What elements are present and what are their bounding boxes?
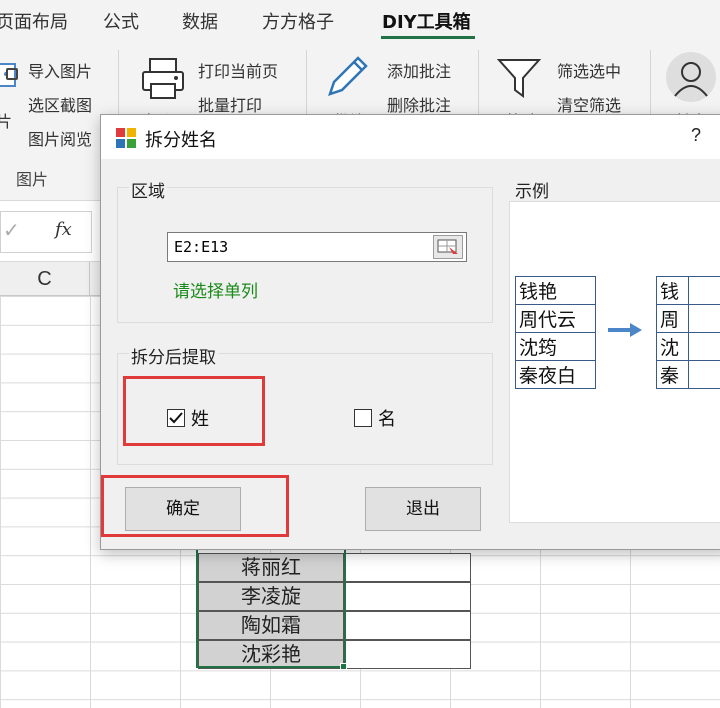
tab-fangfang[interactable]: 方方格子: [262, 8, 334, 34]
extract-group-title: 拆分后提取: [129, 343, 218, 368]
printer-icon[interactable]: [140, 56, 186, 102]
example-surname: 秦: [656, 360, 689, 389]
empty-cell[interactable]: [344, 611, 471, 640]
picture-viewer-button[interactable]: 图片阅览: [28, 126, 92, 150]
app-icon: [116, 128, 136, 148]
funnel-icon[interactable]: [496, 56, 542, 100]
example-full-name: 周代云: [515, 304, 596, 333]
import-picture-button[interactable]: 导入图片: [28, 58, 92, 82]
clear-filter-button[interactable]: 清空筛选: [557, 92, 621, 116]
filter-selected-button[interactable]: 筛选选中: [557, 58, 621, 82]
fill-handle[interactable]: [340, 663, 347, 670]
print-current-page-button[interactable]: 打印当前页: [198, 58, 278, 82]
range-select-icon: [437, 239, 458, 254]
name-cell[interactable]: 蒋丽红: [198, 553, 344, 582]
empty-cell[interactable]: [344, 582, 471, 611]
dialog-title: 拆分姓名: [145, 130, 217, 151]
picture-big-label[interactable]: 片: [0, 108, 12, 132]
fx-icon[interactable]: fx: [55, 219, 72, 240]
example-surname: 沈: [656, 332, 689, 361]
split-name-dialog: 拆分姓名 ? 区域 E2:E13 请选择单列 拆分后提取 姓 名 确定 退出 示…: [100, 114, 720, 550]
column-header-c[interactable]: C: [0, 262, 90, 296]
empty-cell[interactable]: [344, 553, 471, 582]
exit-button[interactable]: 退出: [365, 487, 481, 531]
delete-comment-button[interactable]: 删除批注: [387, 92, 451, 116]
person-icon: [674, 62, 708, 97]
name-cell[interactable]: 陶如霜: [198, 611, 344, 640]
tab-formulas[interactable]: 公式: [103, 8, 139, 34]
range-picker-button[interactable]: [433, 235, 463, 259]
example-surname: 钱: [656, 276, 689, 305]
example-before-table: 钱艳 周代云 沈筠 秦夜白: [515, 276, 596, 389]
help-button[interactable]: ?: [691, 125, 701, 146]
name-cell[interactable]: 李凌旋: [198, 582, 344, 611]
given-name-checkbox[interactable]: [354, 409, 372, 427]
range-group-title: 区域: [129, 177, 167, 202]
ok-button[interactable]: 确定: [125, 487, 241, 531]
avatar[interactable]: [666, 52, 716, 102]
surname-checkbox[interactable]: [167, 409, 185, 427]
check-icon[interactable]: ✓: [3, 218, 20, 242]
empty-cell[interactable]: [344, 640, 471, 669]
group-label-picture: 图片: [16, 170, 49, 189]
arrow-right-icon: [608, 323, 642, 337]
batch-print-button[interactable]: 批量打印: [198, 92, 262, 116]
add-comment-button[interactable]: 添加批注: [387, 58, 451, 82]
example-title: 示例: [513, 177, 551, 202]
active-tab-indicator: [381, 36, 475, 39]
example-full-name: 秦夜白: [515, 360, 596, 389]
dialog-titlebar[interactable]: 拆分姓名 ?: [101, 115, 720, 159]
tab-diy-toolbox[interactable]: DIY工具箱: [382, 8, 471, 34]
example-after-table: 钱 周 沈 秦: [656, 276, 720, 389]
import-picture-icon: [6, 68, 18, 80]
pencil-comment-icon[interactable]: [326, 54, 372, 98]
given-name-label[interactable]: 名: [378, 405, 396, 431]
example-full-name: 沈筠: [515, 332, 596, 361]
checkmark-icon: [169, 412, 183, 424]
region-screenshot-button[interactable]: 选区截图: [28, 92, 92, 116]
example-full-name: 钱艳: [515, 276, 596, 305]
hint-text: 请选择单列: [173, 282, 258, 302]
example-surname: 周: [656, 304, 689, 333]
name-cell[interactable]: 沈彩艳: [198, 640, 344, 669]
example-panel: 钱艳 周代云 沈筠 秦夜白 钱 周 沈 秦: [509, 201, 720, 523]
tab-page-layout[interactable]: 页面布局: [0, 8, 68, 34]
formula-controls: ✓ fx: [0, 211, 92, 253]
surname-label[interactable]: 姓: [191, 405, 209, 431]
range-input[interactable]: E2:E13: [167, 232, 467, 262]
tab-data[interactable]: 数据: [182, 8, 218, 34]
